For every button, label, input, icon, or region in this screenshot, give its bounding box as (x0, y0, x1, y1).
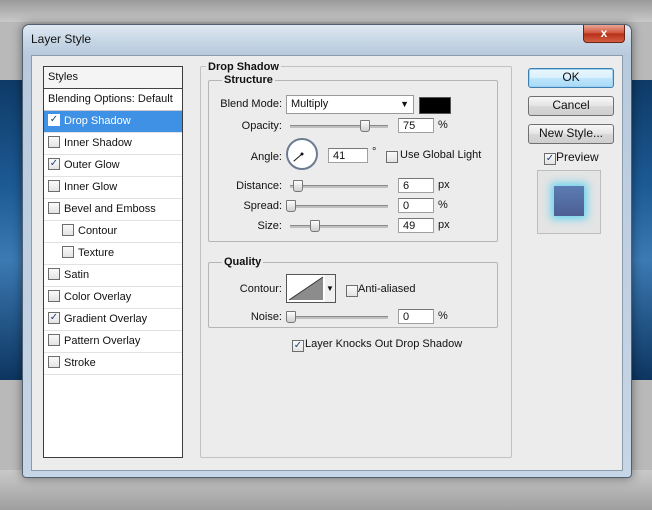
noise-slider[interactable] (290, 316, 388, 319)
preview-checkbox[interactable] (544, 153, 556, 165)
noise-slider-thumb[interactable] (286, 311, 296, 323)
anti-aliased-checkbox[interactable] (346, 285, 358, 297)
layer-knocks-out-checkbox[interactable] (292, 340, 304, 352)
styles-item-checkbox[interactable] (48, 180, 60, 193)
styles-item-texture[interactable]: Texture (44, 243, 182, 265)
styles-item-checkbox[interactable] (48, 114, 60, 127)
styles-item-checkbox[interactable] (48, 356, 60, 369)
noise-input[interactable]: 0 (398, 309, 434, 324)
blending-options-item[interactable]: Blending Options: Default (44, 89, 182, 111)
cancel-button[interactable]: Cancel (528, 96, 614, 116)
distance-unit: px (438, 179, 450, 191)
styles-item-checkbox[interactable] (48, 158, 60, 171)
contour-label: Contour: (239, 283, 282, 295)
styles-item-checkbox[interactable] (62, 224, 74, 237)
styles-item-bevel-and-emboss[interactable]: Bevel and Emboss (44, 199, 182, 221)
styles-item-color-overlay[interactable]: Color Overlay (44, 287, 182, 309)
styles-list: Styles Blending Options: Default Drop Sh… (43, 66, 183, 458)
styles-item-label: Stroke (64, 357, 96, 369)
preview-label: Preview (556, 150, 599, 164)
styles-item-pattern-overlay[interactable]: Pattern Overlay (44, 331, 182, 353)
distance-label: Distance: (236, 180, 282, 192)
styles-item-checkbox[interactable] (48, 268, 60, 281)
angle-dial-needle (293, 152, 304, 162)
opacity-unit: % (438, 119, 448, 131)
styles-item-contour[interactable]: Contour (44, 221, 182, 243)
styles-item-checkbox[interactable] (48, 136, 60, 149)
spread-slider-thumb[interactable] (286, 200, 296, 212)
styles-item-checkbox[interactable] (62, 246, 74, 259)
styles-item-inner-glow[interactable]: Inner Glow (44, 177, 182, 199)
styles-item-label: Bevel and Emboss (64, 203, 156, 215)
size-slider-thumb[interactable] (309, 220, 320, 232)
blend-mode-label: Blend Mode: (220, 98, 282, 110)
styles-item-label: Inner Glow (64, 181, 118, 193)
structure-title: Structure (222, 74, 275, 86)
styles-item-outer-glow[interactable]: Outer Glow (44, 155, 182, 177)
styles-item-label: Contour (78, 225, 118, 237)
opacity-slider-thumb[interactable] (359, 120, 370, 132)
blend-mode-value: Multiply (291, 98, 329, 110)
dialog-title: Layer Style (31, 32, 92, 46)
use-global-light-label: Use Global Light (400, 149, 482, 161)
opacity-slider[interactable] (290, 125, 388, 128)
size-label: Size: (257, 220, 282, 232)
styles-item-label: Satin (64, 269, 90, 281)
styles-item-checkbox[interactable] (48, 334, 60, 347)
contour-dropdown-arrow[interactable]: ▼ (325, 274, 336, 303)
styles-item-stroke[interactable]: Stroke (44, 353, 182, 375)
layer-style-dialog: Layer Style x Styles Blending Options: D… (22, 24, 632, 478)
styles-header[interactable]: Styles (44, 67, 182, 89)
styles-item-checkbox[interactable] (48, 312, 60, 325)
noise-unit: % (438, 310, 448, 322)
distance-slider-thumb[interactable] (292, 180, 303, 192)
noise-label: Noise: (250, 311, 282, 323)
size-input[interactable]: 49 (398, 218, 434, 233)
styles-item-label: Drop Shadow (64, 115, 131, 127)
spread-unit: % (438, 199, 448, 211)
opacity-label: Opacity: (241, 120, 282, 132)
styles-item-label: Pattern Overlay (64, 335, 141, 347)
spread-label: Spread: (243, 200, 282, 212)
preview-swatch (554, 186, 584, 216)
angle-unit: ° (372, 146, 377, 158)
new-style-button[interactable]: New Style... (528, 124, 614, 144)
styles-item-satin[interactable]: Satin (44, 265, 182, 287)
use-global-light-checkbox[interactable] (386, 151, 398, 163)
quality-title: Quality (222, 256, 264, 268)
drop-shadow-title: Drop Shadow (206, 61, 281, 73)
size-unit: px (438, 219, 450, 231)
dialog-client-area: Styles Blending Options: Default Drop Sh… (31, 55, 623, 471)
spread-slider[interactable] (290, 205, 388, 208)
styles-item-label: Inner Shadow (64, 137, 132, 149)
styles-item-gradient-overlay[interactable]: Gradient Overlay (44, 309, 182, 331)
styles-item-label: Color Overlay (64, 291, 132, 303)
styles-item-drop-shadow[interactable]: Drop Shadow (44, 111, 182, 133)
spread-input[interactable]: 0 (398, 198, 434, 213)
styles-item-inner-shadow[interactable]: Inner Shadow (44, 133, 182, 155)
opacity-input[interactable]: 75 (398, 118, 434, 133)
chevron-down-icon: ▼ (400, 99, 409, 109)
style-preview (537, 170, 601, 234)
layer-knocks-out-label: Layer Knocks Out Drop Shadow (305, 338, 463, 350)
styles-item-label: Gradient Overlay (64, 313, 148, 325)
shadow-color-swatch[interactable] (419, 97, 451, 114)
styles-item-label: Texture (78, 247, 115, 259)
anti-aliased-label: Anti-aliased (358, 283, 416, 295)
distance-slider[interactable] (290, 185, 388, 188)
styles-item-checkbox[interactable] (48, 290, 60, 303)
angle-dial[interactable] (286, 138, 318, 170)
desktop-background-top (0, 0, 652, 22)
contour-picker[interactable] (286, 274, 326, 303)
blend-mode-select[interactable]: Multiply ▼ (286, 95, 414, 114)
styles-item-checkbox[interactable] (48, 202, 60, 215)
size-slider[interactable] (290, 225, 388, 228)
angle-input[interactable]: 41 (328, 148, 368, 163)
ok-button[interactable]: OK (528, 68, 614, 88)
contour-curve-icon (288, 276, 324, 301)
close-button[interactable]: x (583, 25, 625, 43)
distance-input[interactable]: 6 (398, 178, 434, 193)
styles-item-label: Outer Glow (64, 159, 120, 171)
angle-label: Angle: (250, 151, 282, 163)
